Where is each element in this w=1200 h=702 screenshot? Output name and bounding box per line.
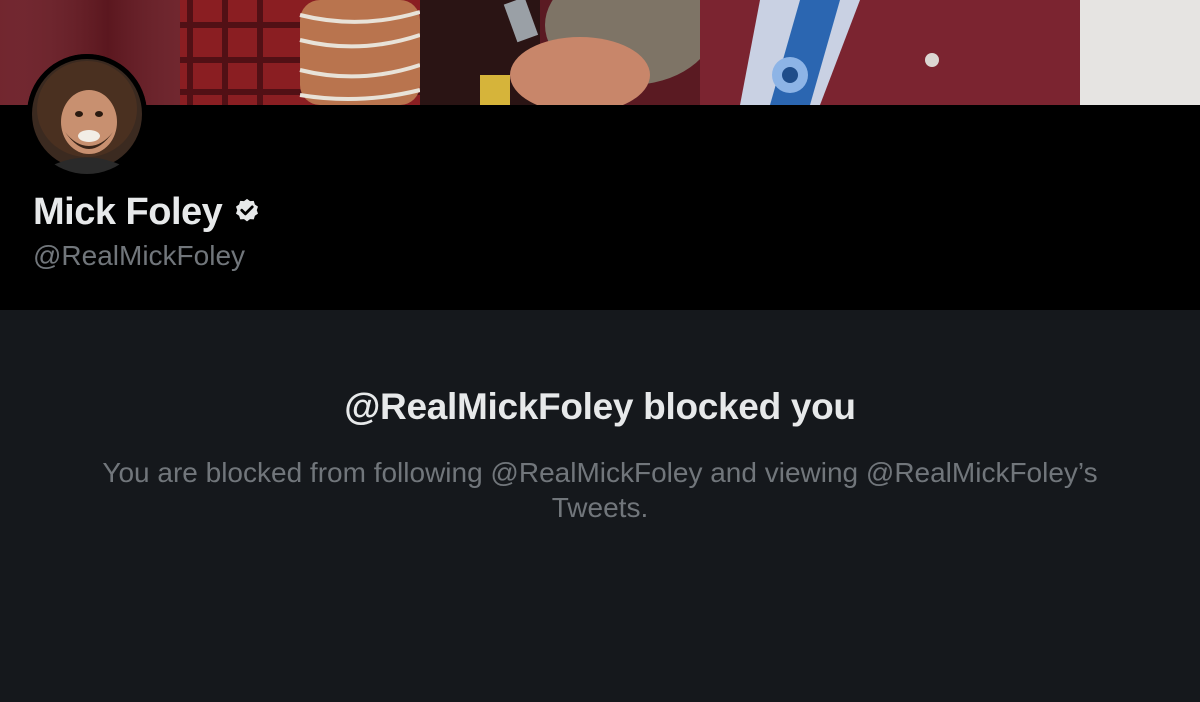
profile-page: Mick Foley @RealMickFoley @RealMickFoley… [0, 0, 1200, 702]
profile-handle: @RealMickFoley [33, 240, 246, 271]
blocked-description: You are blocked from following @RealMick… [102, 457, 1098, 523]
profile-header: Mick Foley @RealMickFoley [0, 105, 1200, 310]
display-name-row: Mick Foley [33, 190, 262, 234]
banner-photo [0, 0, 1200, 105]
verified-badge-icon [232, 197, 262, 227]
avatar-photo [27, 54, 147, 174]
display-name: Mick Foley [33, 191, 223, 233]
blocked-message-panel: @RealMickFoley blocked you You are block… [0, 310, 1200, 702]
blocked-title: @RealMickFoley blocked you [344, 386, 856, 427]
profile-banner-image[interactable] [0, 0, 1200, 105]
profile-avatar[interactable] [27, 54, 147, 174]
